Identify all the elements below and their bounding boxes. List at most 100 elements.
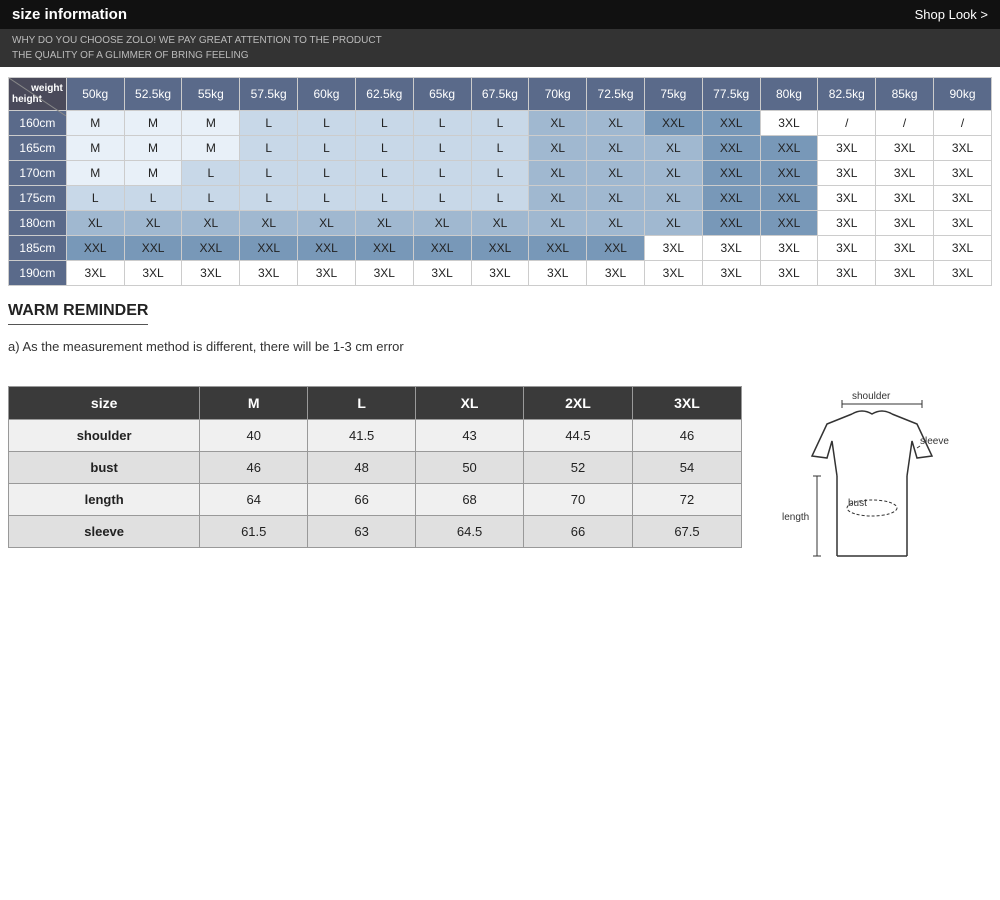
size-value-cell: L [240, 186, 298, 211]
size-value-cell: 3XL [876, 186, 934, 211]
meas-value-cell: 64 [200, 484, 308, 516]
size-value-cell: L [471, 136, 529, 161]
size-value-cell: L [240, 111, 298, 136]
size-value-cell: L [298, 136, 356, 161]
size-value-cell: XL [644, 161, 702, 186]
size-value-cell: 3XL [934, 136, 992, 161]
shop-look-link[interactable]: Shop Look > [915, 7, 988, 22]
size-value-cell: 3XL [760, 111, 818, 136]
size-value-cell: XXL [587, 236, 645, 261]
size-value-cell: XL [298, 211, 356, 236]
size-value-cell: L [413, 111, 471, 136]
svg-text:shoulder: shoulder [852, 391, 891, 402]
size-value-cell: XL [644, 136, 702, 161]
size-value-cell: XL [587, 161, 645, 186]
size-value-cell: XXL [66, 236, 124, 261]
size-value-cell: 3XL [644, 261, 702, 286]
size-value-cell: 3XL [876, 236, 934, 261]
weight-header-cell: 90kg [934, 78, 992, 111]
meas-header-cell: size [9, 387, 200, 420]
size-table-row: 190cm3XL3XL3XL3XL3XL3XL3XL3XL3XL3XL3XL3X… [9, 261, 992, 286]
warm-reminder-title: WARM REMINDER [8, 302, 148, 325]
size-value-cell: XL [66, 211, 124, 236]
meas-value-cell: 52 [524, 452, 633, 484]
meas-value-cell: 44.5 [524, 420, 633, 452]
size-value-cell: 3XL [818, 186, 876, 211]
size-value-cell: L [240, 161, 298, 186]
weight-header-cell: 75kg [644, 78, 702, 111]
meas-header-cell: 3XL [632, 387, 741, 420]
size-value-cell: XXL [702, 111, 760, 136]
meas-value-cell: 66 [308, 484, 416, 516]
size-value-cell: XL [587, 211, 645, 236]
size-value-cell: 3XL [66, 261, 124, 286]
size-value-cell: XXL [760, 211, 818, 236]
meas-table-row: length6466687072 [9, 484, 742, 516]
size-value-cell: 3XL [818, 236, 876, 261]
size-value-cell: XXL [644, 111, 702, 136]
size-value-cell: 3XL [876, 161, 934, 186]
size-table-row: 170cmMMLLLLLLXLXLXLXXLXXL3XL3XL3XL [9, 161, 992, 186]
size-value-cell: L [355, 136, 413, 161]
size-value-cell: XL [644, 186, 702, 211]
size-value-cell: L [413, 136, 471, 161]
size-value-cell: 3XL [934, 186, 992, 211]
size-value-cell: M [124, 136, 182, 161]
size-value-cell: 3XL [876, 136, 934, 161]
size-value-cell: 3XL [934, 236, 992, 261]
height-label: height [12, 94, 63, 105]
size-value-cell: XL [529, 186, 587, 211]
size-value-cell: XXL [760, 161, 818, 186]
size-value-cell: XXL [702, 211, 760, 236]
weight-header-cell: 70kg [529, 78, 587, 111]
size-table: weight height 50kg52.5kg55kg57.5kg60kg62… [8, 77, 992, 286]
meas-row-label: shoulder [9, 420, 200, 452]
size-value-cell: L [298, 161, 356, 186]
meas-value-cell: 68 [416, 484, 524, 516]
size-value-cell: 3XL [818, 161, 876, 186]
size-value-cell: L [471, 161, 529, 186]
size-value-cell: XXL [471, 236, 529, 261]
size-value-cell: XL [529, 211, 587, 236]
size-value-cell: XXL [413, 236, 471, 261]
size-value-cell: 3XL [934, 261, 992, 286]
meas-table-row: shoulder4041.54344.546 [9, 420, 742, 452]
size-value-cell: L [124, 186, 182, 211]
size-value-cell: M [66, 136, 124, 161]
size-table-row: 160cmMMMLLLLLXLXLXXLXXL3XL/// [9, 111, 992, 136]
weight-header-cell: 65kg [413, 78, 471, 111]
weight-header-cell: 82.5kg [818, 78, 876, 111]
size-value-cell: 3XL [182, 261, 240, 286]
size-value-cell: / [876, 111, 934, 136]
size-value-cell: XL [240, 211, 298, 236]
size-value-cell: XXL [760, 186, 818, 211]
meas-value-cell: 40 [200, 420, 308, 452]
weight-header-cell: 80kg [760, 78, 818, 111]
size-value-cell: 3XL [413, 261, 471, 286]
size-value-cell: 3XL [587, 261, 645, 286]
size-value-cell: 3XL [818, 261, 876, 286]
size-value-cell: 3XL [240, 261, 298, 286]
size-value-cell: XXL [298, 236, 356, 261]
measurement-table-wrap: sizeMLXL2XL3XL shoulder4041.54344.546bus… [8, 386, 742, 548]
size-value-cell: XL [529, 111, 587, 136]
weight-header-cell: 57.5kg [240, 78, 298, 111]
size-value-cell: XL [413, 211, 471, 236]
size-value-cell: L [413, 161, 471, 186]
warm-reminder-section: WARM REMINDER a) As the measurement meth… [0, 286, 1000, 366]
measurement-section: sizeMLXL2XL3XL shoulder4041.54344.546bus… [0, 366, 1000, 599]
size-table-row: 175cmLLLLLLLLXLXLXLXXLXXL3XL3XL3XL [9, 186, 992, 211]
sub-header-line1: WHY DO YOU CHOOSE ZOLO! WE PAY GREAT ATT… [12, 33, 988, 48]
size-value-cell: XXL [355, 236, 413, 261]
size-value-cell: XXL [702, 186, 760, 211]
size-value-cell: 3XL [760, 261, 818, 286]
warm-reminder-items: a) As the measurement method is differen… [8, 335, 992, 358]
meas-value-cell: 48 [308, 452, 416, 484]
size-value-cell: XXL [702, 136, 760, 161]
meas-value-cell: 61.5 [200, 516, 308, 548]
corner-cell: weight height [9, 78, 67, 111]
meas-value-cell: 43 [416, 420, 524, 452]
size-value-cell: XL [587, 136, 645, 161]
size-table-row: 180cmXLXLXLXLXLXLXLXLXLXLXLXXLXXL3XL3XL3… [9, 211, 992, 236]
meas-value-cell: 46 [632, 420, 741, 452]
